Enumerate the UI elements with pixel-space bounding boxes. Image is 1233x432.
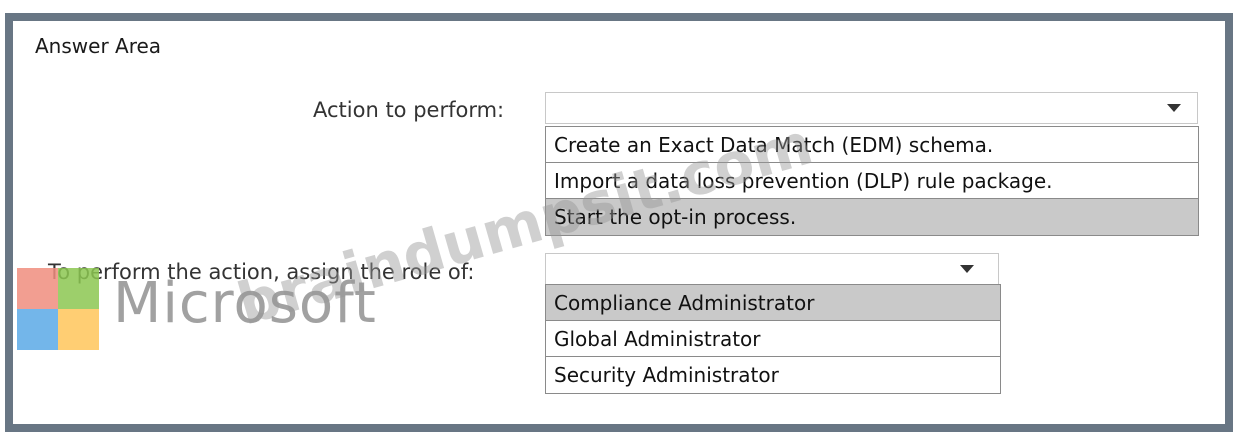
logo-green-square [58,268,99,309]
role-option-compliance-admin[interactable]: Compliance Administrator [546,285,1000,321]
logo-blue-square [17,309,58,350]
chevron-down-icon[interactable] [960,265,974,273]
role-dropdown[interactable] [545,253,999,285]
logo-red-square [17,268,58,309]
logo-yellow-square [58,309,99,350]
microsoft-logo-icon [17,268,99,350]
role-option-security-admin[interactable]: Security Administrator [546,357,1000,393]
action-label: Action to perform: [313,98,505,122]
action-dropdown[interactable] [545,92,1198,124]
role-option-global-admin[interactable]: Global Administrator [546,321,1000,357]
answer-area-title: Answer Area [35,34,162,58]
chevron-down-icon[interactable] [1167,104,1181,112]
role-options-list: Compliance Administrator Global Administ… [545,284,1001,394]
